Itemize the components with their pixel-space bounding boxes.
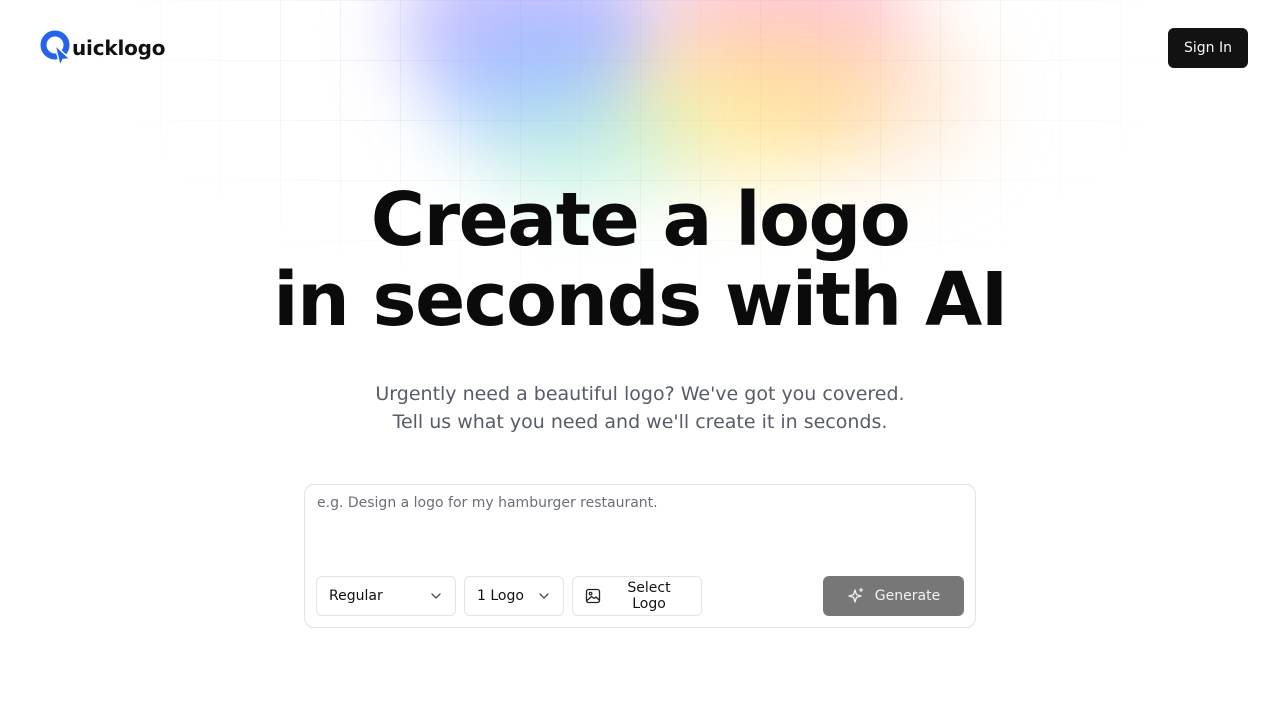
select-logo-label: Select Logo xyxy=(627,580,671,612)
chevron-down-icon xyxy=(429,589,443,603)
sign-in-button[interactable]: Sign In xyxy=(1168,28,1248,68)
sparkle-icon xyxy=(847,587,865,605)
brand-q-logo-icon xyxy=(40,30,71,66)
site-header: uicklogo Sign In xyxy=(0,0,1280,96)
logo-count-select[interactable]: 1 Logo xyxy=(464,576,564,616)
logo-count-value: 1 Logo xyxy=(477,588,524,604)
generate-label: Generate xyxy=(874,588,941,604)
generate-button[interactable]: Generate xyxy=(823,576,964,616)
image-icon xyxy=(585,588,601,604)
chevron-down-icon xyxy=(537,589,551,603)
prompt-card: Regular 1 Logo Select Logo Generate xyxy=(304,484,976,628)
select-logo-button[interactable]: Select Logo xyxy=(572,576,702,616)
hero-subtitle: Urgently need a beautiful logo? We've go… xyxy=(0,380,1280,436)
brand-logo-link[interactable]: uicklogo xyxy=(40,30,166,66)
hero-title-line-1: Create a logo xyxy=(370,177,911,263)
style-select-value: Regular xyxy=(329,588,383,604)
hero-subtitle-line-1: Urgently need a beautiful logo? We've go… xyxy=(375,383,905,405)
hero-subtitle-line-2: Tell us what you need and we'll create i… xyxy=(392,411,888,433)
style-select[interactable]: Regular xyxy=(316,576,456,616)
hero-title: Create a logo in seconds with AI xyxy=(0,180,1280,340)
hero-title-line-2: in seconds with AI xyxy=(273,257,1008,343)
logo-prompt-input[interactable] xyxy=(317,493,963,553)
brand-name: uicklogo xyxy=(72,36,166,60)
